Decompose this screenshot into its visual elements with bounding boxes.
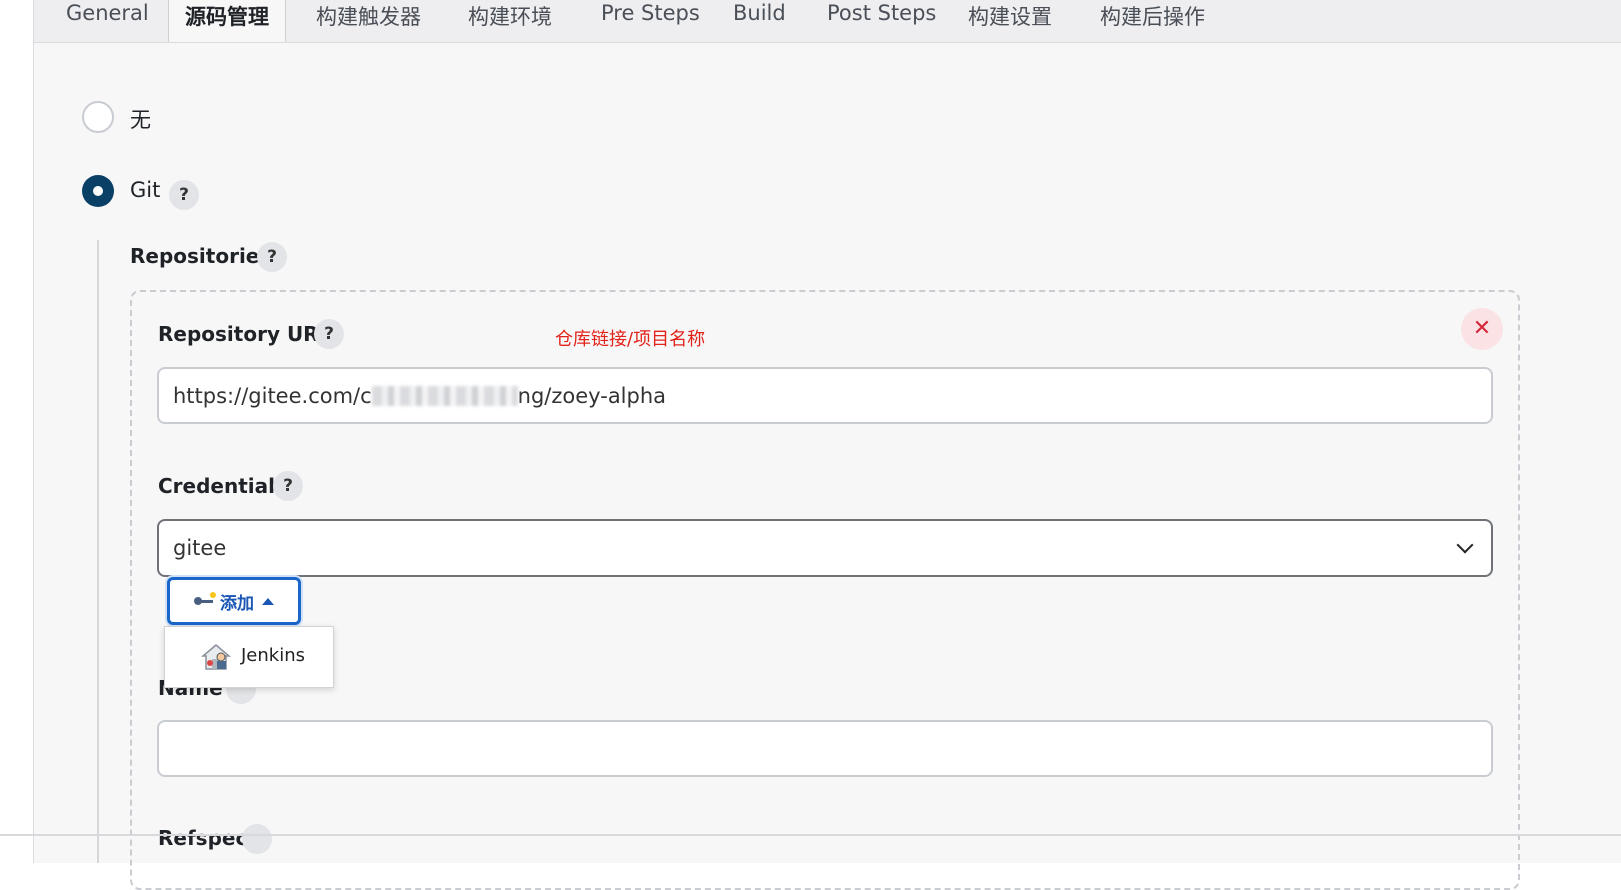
menu-item-jenkins[interactable]: Jenkins bbox=[165, 627, 333, 687]
tab-build-environment[interactable]: 构建环境 bbox=[468, 0, 552, 29]
tab-build-triggers[interactable]: 构建触发器 bbox=[316, 0, 421, 29]
add-credentials-button[interactable]: 添加 bbox=[167, 577, 301, 625]
tab-post-steps[interactable]: Post Steps bbox=[827, 0, 936, 29]
scm-git-label: Git bbox=[130, 178, 161, 202]
key-icon bbox=[194, 592, 216, 607]
credentials-label: Credentials bbox=[158, 474, 287, 498]
tab-build-settings[interactable]: 构建设置 bbox=[968, 0, 1052, 29]
add-button-label: 添加 bbox=[220, 593, 254, 614]
jenkins-icon bbox=[201, 644, 231, 670]
refspec-label: Refspec bbox=[158, 826, 248, 850]
name-input[interactable] bbox=[157, 720, 1493, 777]
close-icon[interactable]: ✕ bbox=[1461, 308, 1503, 350]
tab-source-code-management[interactable]: 源码管理 bbox=[168, 0, 286, 42]
credentials-help-icon[interactable]: ? bbox=[273, 471, 303, 501]
scm-git-radio[interactable] bbox=[82, 175, 114, 207]
tab-label: 构建后操作 bbox=[1100, 5, 1205, 29]
credentials-selected-value: gitee bbox=[173, 536, 227, 560]
tab-label: 构建触发器 bbox=[316, 5, 421, 29]
menu-item-label: Jenkins bbox=[241, 645, 306, 666]
repository-url-help-icon[interactable]: ? bbox=[314, 319, 344, 349]
repositories-label: Repositories bbox=[130, 244, 272, 268]
add-credentials-menu: Jenkins bbox=[164, 626, 334, 688]
config-tabs: General 源码管理 构建触发器 构建环境 Pre Steps Build … bbox=[34, 0, 1621, 43]
tab-label: 构建设置 bbox=[968, 5, 1052, 29]
tab-general[interactable]: General bbox=[66, 0, 149, 29]
tab-label: Build bbox=[733, 1, 786, 25]
tab-post-build-actions[interactable]: 构建后操作 bbox=[1100, 0, 1205, 29]
viewport-edge bbox=[0, 834, 1621, 836]
credentials-select[interactable]: gitee bbox=[157, 519, 1493, 577]
annotation-text: 仓库链接/项目名称 bbox=[555, 329, 706, 350]
git-help-icon[interactable]: ? bbox=[169, 180, 199, 210]
redacted-text bbox=[371, 385, 518, 406]
refspec-help-icon[interactable] bbox=[242, 824, 272, 854]
tab-build[interactable]: Build bbox=[733, 0, 786, 29]
caret-up-icon bbox=[262, 597, 274, 605]
git-section-divider bbox=[97, 240, 99, 863]
tab-label: General bbox=[66, 1, 149, 25]
repository-url-label: Repository URL bbox=[158, 322, 332, 346]
scm-none-radio[interactable] bbox=[82, 101, 114, 133]
tab-label: 源码管理 bbox=[185, 5, 269, 29]
repository-url-prefix: https://gitee.com/c bbox=[173, 383, 372, 408]
chevron-down-icon bbox=[1456, 536, 1474, 554]
tab-label: 构建环境 bbox=[468, 5, 552, 29]
tab-label: Pre Steps bbox=[601, 1, 700, 25]
repositories-help-icon[interactable]: ? bbox=[257, 242, 287, 272]
repository-url-suffix: ng/zoey-alpha bbox=[517, 383, 667, 408]
tab-pre-steps[interactable]: Pre Steps bbox=[601, 0, 700, 29]
repository-url-input[interactable]: https://gitee.com/c ng/zoey-alpha bbox=[157, 367, 1493, 424]
tab-label: Post Steps bbox=[827, 1, 937, 25]
scm-none-label: 无 bbox=[130, 108, 151, 132]
